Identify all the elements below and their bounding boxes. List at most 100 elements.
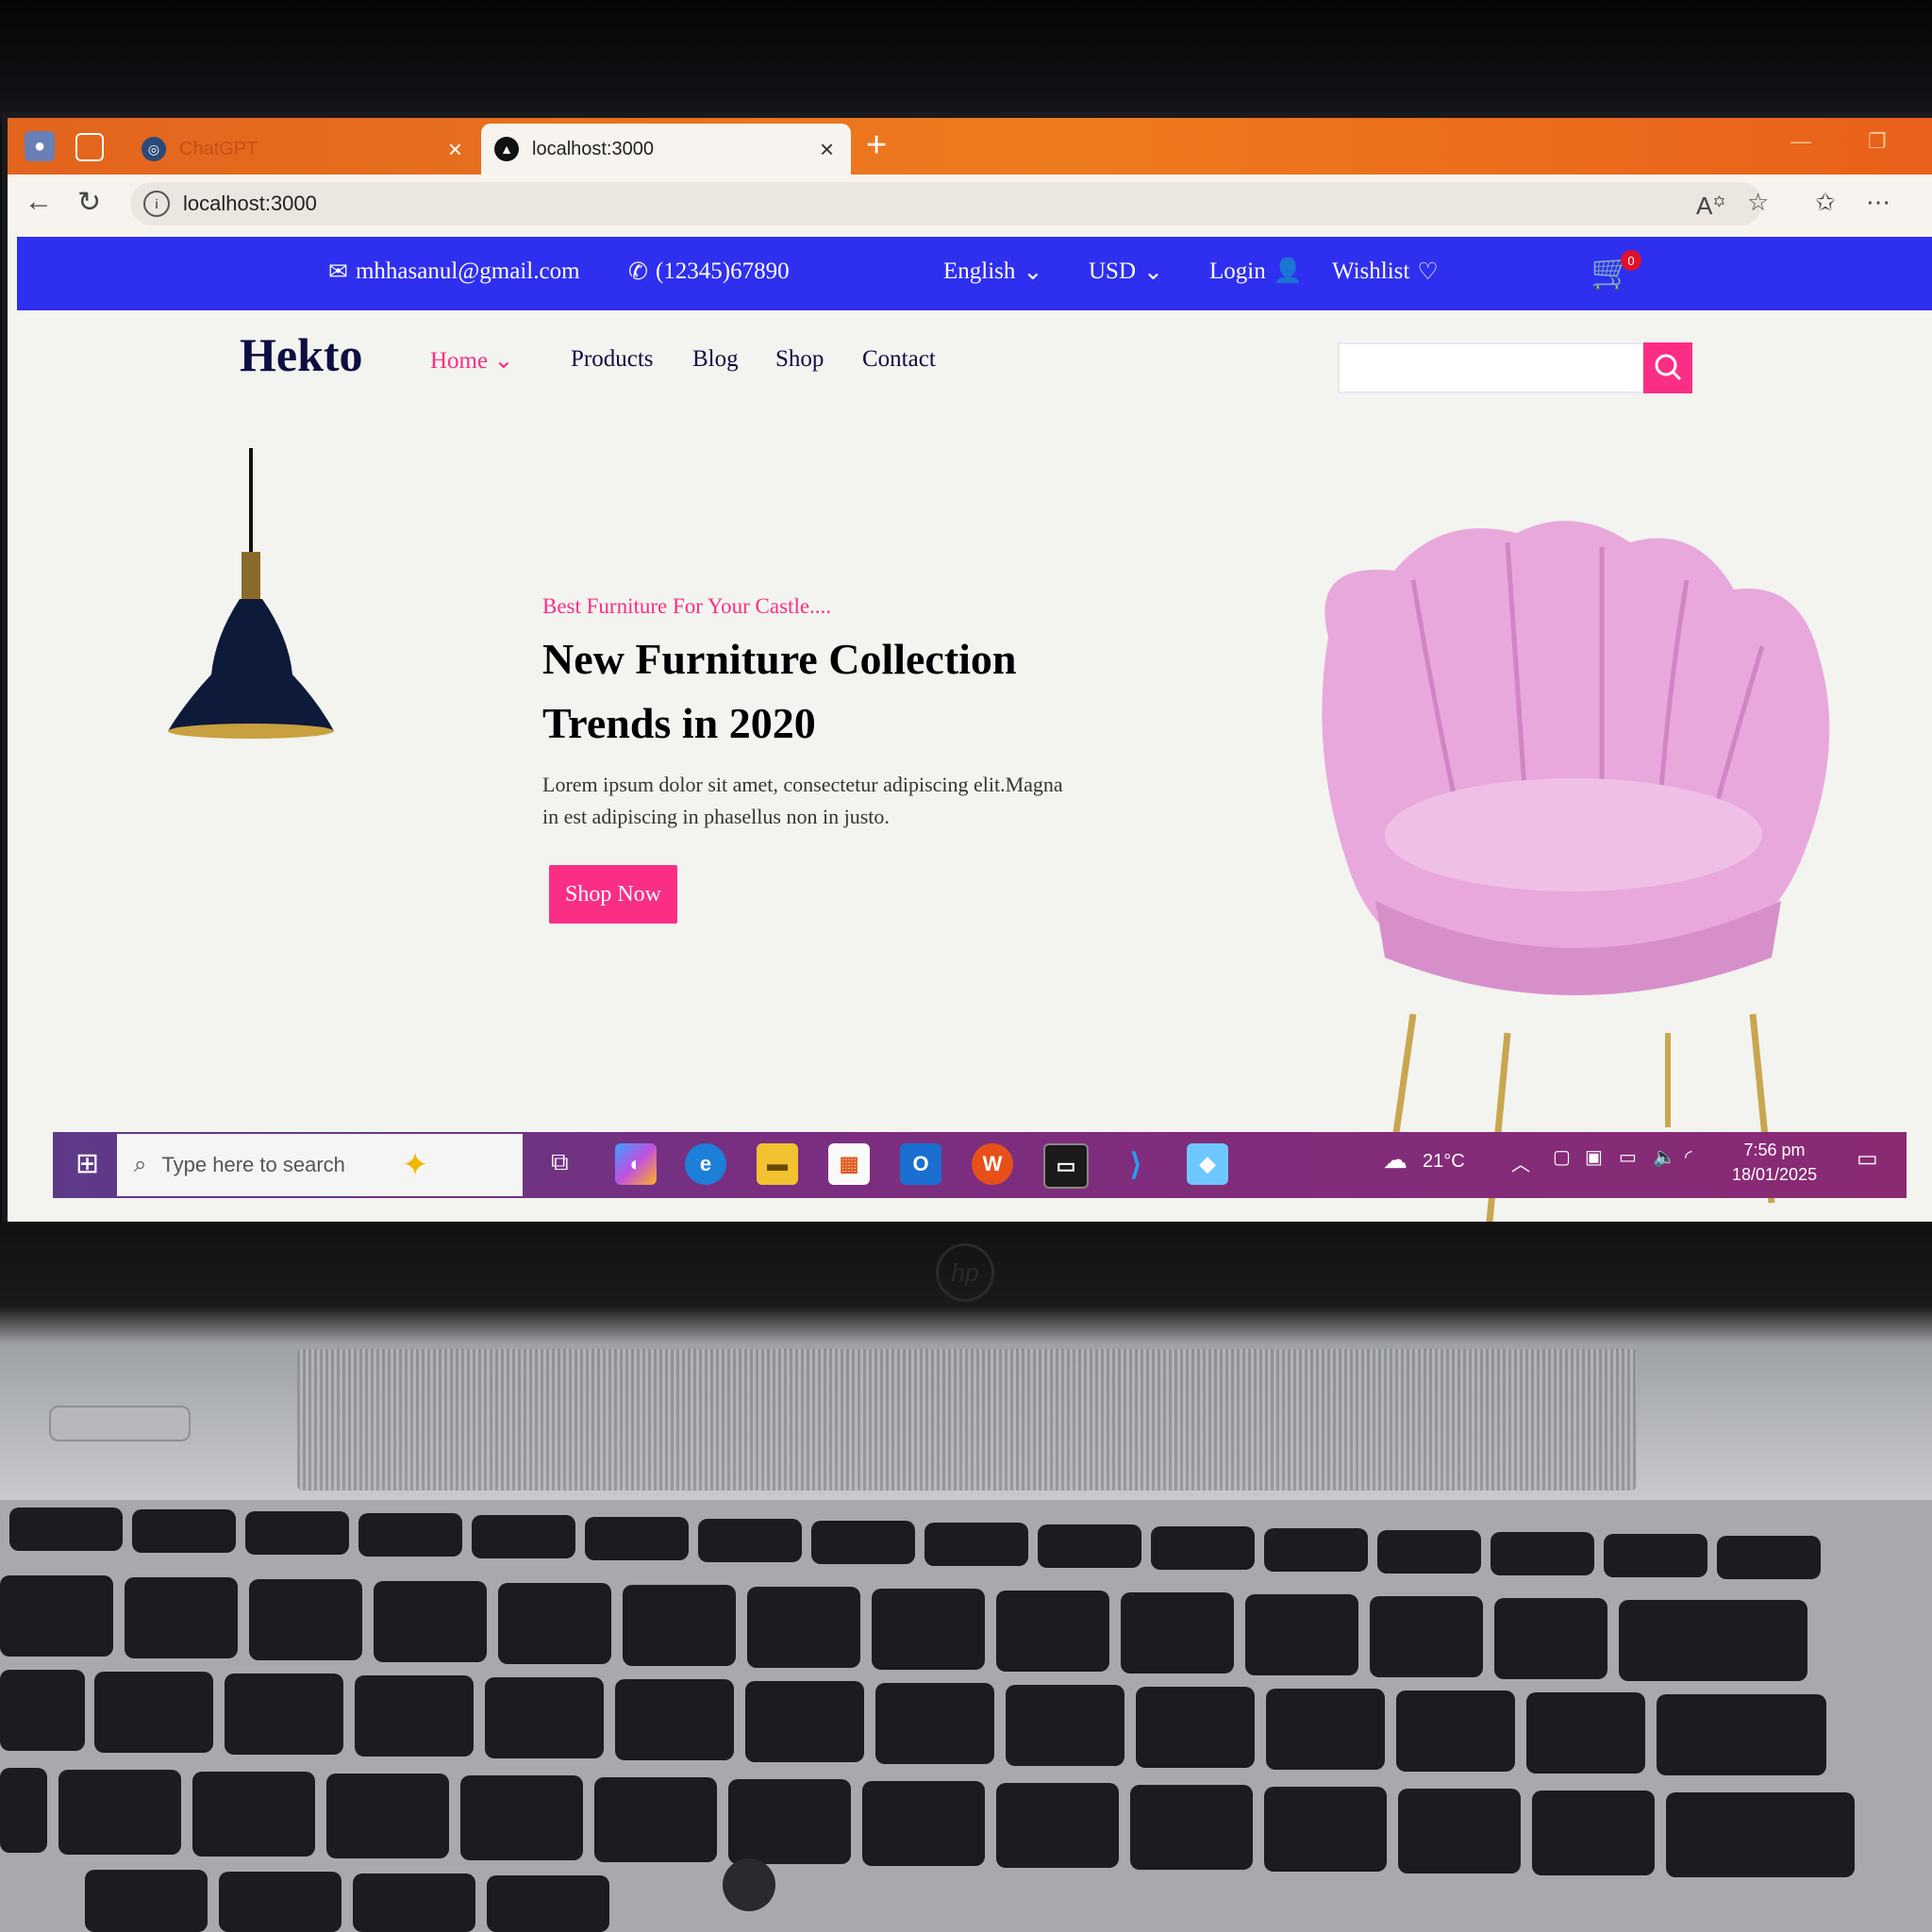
power-button[interactable] — [49, 1406, 191, 1441]
language-select[interactable]: English ⌄ — [943, 258, 1042, 286]
key[interactable] — [1491, 1532, 1594, 1575]
clock[interactable]: 7:56 pm 18/01/2025 — [1732, 1138, 1817, 1187]
temperature-text[interactable]: 21°C — [1423, 1151, 1465, 1173]
refresh-icon[interactable]: ↻ — [77, 186, 101, 219]
key[interactable] — [498, 1583, 611, 1664]
profile-icon[interactable]: ● — [25, 131, 55, 161]
search-input[interactable] — [1338, 342, 1647, 393]
read-aloud-icon[interactable]: A꙳ — [1696, 188, 1726, 222]
key[interactable] — [94, 1672, 213, 1753]
login-link[interactable]: Login 👤 — [1209, 258, 1303, 285]
file-explorer-icon[interactable]: ▬ — [757, 1143, 798, 1185]
key[interactable] — [225, 1674, 343, 1755]
key[interactable] — [1151, 1526, 1255, 1570]
key[interactable] — [1604, 1534, 1707, 1577]
microsoft-store-icon[interactable]: ▦ — [828, 1143, 870, 1185]
key[interactable] — [132, 1509, 236, 1553]
key[interactable] — [594, 1777, 717, 1862]
key[interactable] — [85, 1870, 208, 1932]
workspaces-icon[interactable] — [75, 133, 104, 161]
more-icon[interactable]: ⋯ — [1866, 188, 1890, 217]
key[interactable] — [1264, 1528, 1368, 1572]
tab-chatgpt[interactable]: ◎ ChatGPT × — [128, 124, 479, 175]
key[interactable] — [811, 1521, 915, 1564]
shop-now-button[interactable]: Shop Now — [549, 865, 677, 924]
key[interactable] — [1038, 1524, 1141, 1568]
site-logo[interactable]: Hekto — [240, 327, 363, 382]
key[interactable] — [1266, 1689, 1385, 1770]
key[interactable] — [1619, 1600, 1807, 1681]
task-view-icon[interactable]: ⧉ — [551, 1147, 569, 1177]
key[interactable] — [58, 1770, 181, 1855]
key[interactable] — [747, 1587, 860, 1668]
key[interactable] — [125, 1577, 238, 1658]
terminal-icon[interactable]: ▭ — [1043, 1143, 1089, 1189]
weather-icon[interactable]: ☁ — [1383, 1145, 1407, 1174]
key[interactable] — [996, 1591, 1109, 1672]
key[interactable] — [1396, 1690, 1515, 1772]
key[interactable] — [1245, 1594, 1358, 1675]
url-field[interactable]: i localhost:3000 — [130, 182, 1762, 225]
network-adapter-icon[interactable]: ▣ — [1585, 1145, 1603, 1169]
key[interactable] — [1494, 1598, 1607, 1679]
key[interactable] — [0, 1670, 85, 1751]
key[interactable] — [374, 1581, 487, 1662]
vscode-icon[interactable]: ⟩ — [1115, 1143, 1157, 1185]
key[interactable] — [219, 1872, 341, 1932]
key[interactable] — [1532, 1790, 1655, 1875]
key[interactable] — [192, 1772, 315, 1857]
key[interactable] — [1121, 1592, 1234, 1674]
key[interactable] — [358, 1513, 462, 1557]
key[interactable] — [0, 1575, 113, 1657]
site-info-icon[interactable]: i — [143, 191, 170, 217]
copilot-icon[interactable]: ◐ — [615, 1143, 657, 1185]
key[interactable] — [585, 1517, 689, 1560]
key[interactable] — [487, 1875, 609, 1932]
nav-shop[interactable]: Shop — [775, 346, 824, 373]
nav-home[interactable]: Home ⌄ — [430, 346, 513, 375]
key[interactable] — [1130, 1785, 1253, 1870]
key[interactable] — [355, 1675, 474, 1757]
search-button[interactable] — [1643, 342, 1692, 393]
key[interactable] — [1006, 1685, 1124, 1766]
key[interactable] — [872, 1589, 985, 1670]
key[interactable] — [326, 1774, 449, 1858]
key[interactable] — [1136, 1687, 1255, 1768]
key[interactable] — [9, 1507, 123, 1551]
key[interactable] — [1377, 1530, 1481, 1574]
wishlist-link[interactable]: Wishlist ♡ — [1332, 258, 1439, 286]
key[interactable] — [745, 1681, 864, 1762]
trackpoint[interactable] — [723, 1858, 775, 1911]
outlook-icon[interactable]: O — [900, 1143, 941, 1185]
wps-office-icon[interactable]: W — [972, 1143, 1013, 1185]
key[interactable] — [1717, 1536, 1821, 1579]
wifi-icon[interactable]: ◜ — [1685, 1145, 1692, 1169]
key[interactable] — [875, 1683, 994, 1764]
notifications-icon[interactable]: ▭ — [1857, 1145, 1878, 1173]
minimize-icon[interactable]: — — [1790, 129, 1811, 154]
key[interactable] — [728, 1779, 851, 1864]
key[interactable] — [1657, 1694, 1826, 1775]
battery-icon[interactable]: ▭ — [1619, 1145, 1637, 1169]
back-icon[interactable]: ← — [25, 186, 53, 218]
edge-browser-icon[interactable]: e — [685, 1143, 726, 1185]
nav-blog[interactable]: Blog — [692, 346, 739, 373]
key[interactable] — [1526, 1692, 1645, 1774]
app-icon[interactable]: ◆ — [1187, 1143, 1228, 1185]
key[interactable] — [353, 1874, 475, 1932]
maximize-icon[interactable]: ❐ — [1868, 129, 1887, 154]
key[interactable] — [245, 1511, 349, 1555]
taskbar-search-box[interactable]: ⌕ Type here to search ✦ — [117, 1134, 523, 1196]
close-tab-icon[interactable]: × — [448, 135, 462, 164]
key[interactable] — [924, 1523, 1028, 1566]
key[interactable] — [472, 1515, 575, 1558]
key[interactable] — [862, 1781, 985, 1866]
key[interactable] — [996, 1783, 1119, 1868]
key[interactable] — [485, 1677, 604, 1758]
meet-now-icon[interactable]: ▢ — [1553, 1145, 1571, 1169]
key[interactable] — [698, 1519, 802, 1562]
close-tab-icon[interactable]: × — [820, 135, 834, 164]
key[interactable] — [460, 1775, 583, 1860]
key[interactable] — [249, 1579, 362, 1660]
chevron-up-icon[interactable]: ︿ — [1511, 1149, 1530, 1176]
